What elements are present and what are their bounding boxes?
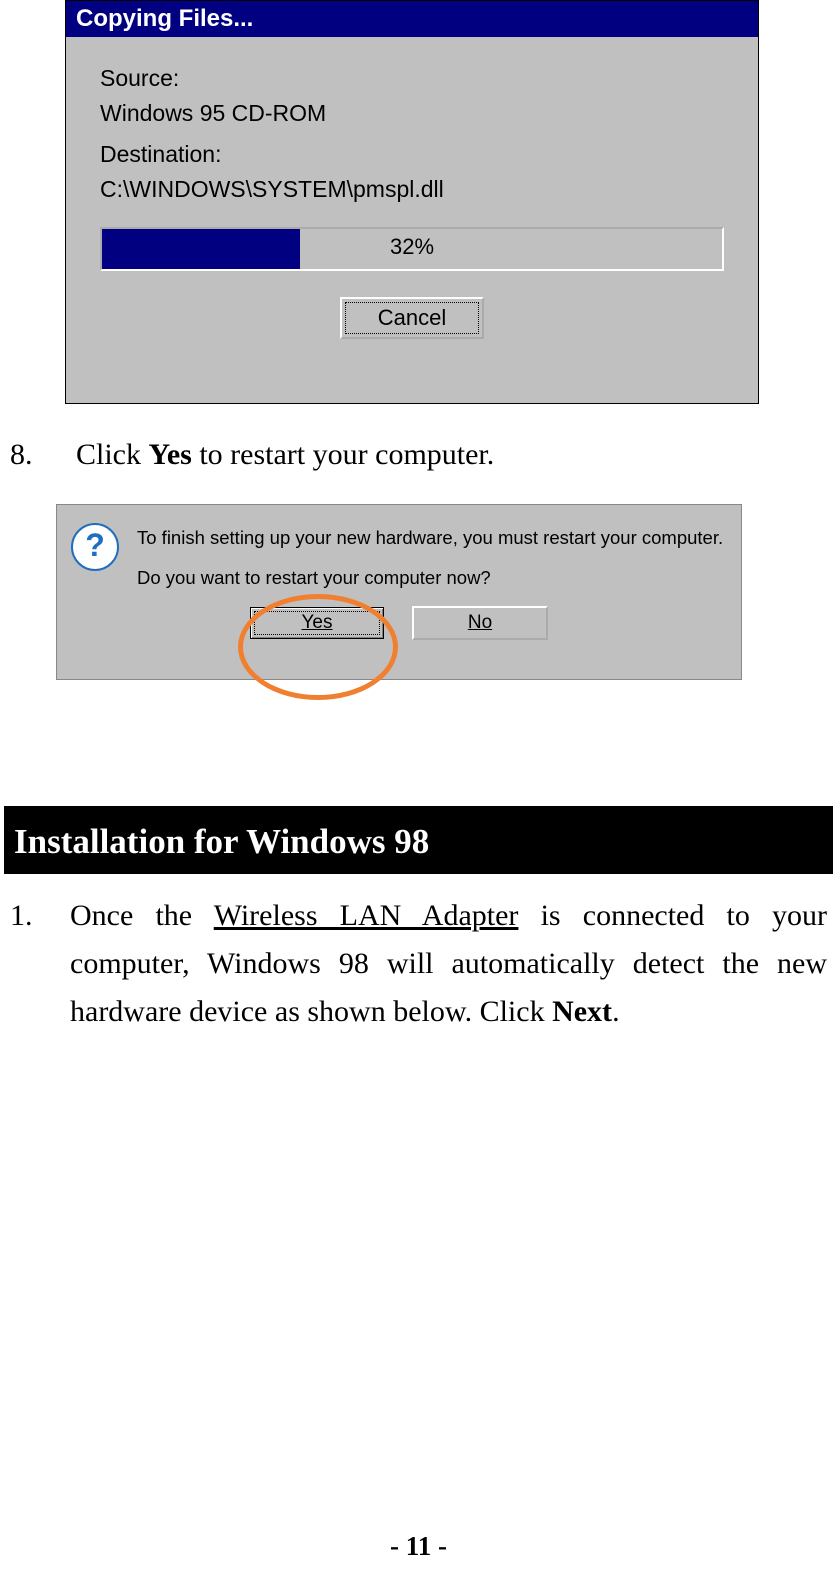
progress-bar: 32% xyxy=(100,227,724,271)
step1-text-bold: Next xyxy=(552,995,612,1028)
restart-message-line2: Do you want to restart your computer now… xyxy=(137,563,723,593)
step8-text-bold: Yes xyxy=(149,438,192,471)
no-button[interactable]: No xyxy=(412,606,548,640)
instruction-step-8: 8. Click Yes to restart your computer. xyxy=(10,438,494,472)
page-number: - 11 - xyxy=(0,1531,837,1562)
destination-label: Destination: xyxy=(100,141,724,168)
step8-text-pre: Click xyxy=(76,438,149,471)
dialog-title: Copying Files... xyxy=(66,1,758,37)
source-value: Windows 95 CD-ROM xyxy=(100,100,724,127)
step1-text-a: Once the xyxy=(70,899,214,932)
restart-confirm-dialog: ? To finish setting up your new hardware… xyxy=(56,504,742,680)
step1-text-underlined: Wireless LAN Adapter xyxy=(214,899,519,932)
yes-button[interactable]: Yes xyxy=(250,607,384,639)
yes-button-label: Yes xyxy=(302,612,333,633)
step1-text-c: . xyxy=(612,995,620,1028)
step-number: 1. xyxy=(10,892,70,1036)
restart-message-line1: To finish setting up your new hardware, … xyxy=(137,523,723,553)
copying-files-dialog: Copying Files... Source: Windows 95 CD-R… xyxy=(65,0,759,404)
destination-value: C:\WINDOWS\SYSTEM\pmspl.dll xyxy=(100,176,724,203)
progress-label: 32% xyxy=(102,229,722,269)
instruction-step-1: 1. Once the Wireless LAN Adapter is conn… xyxy=(10,892,827,1036)
step8-text-post: to restart your computer. xyxy=(192,438,494,471)
cancel-button[interactable]: Cancel xyxy=(340,297,484,339)
step-number: 8. xyxy=(10,438,76,472)
no-button-label: No xyxy=(468,612,492,633)
section-header: Installation for Windows 98 xyxy=(4,806,833,874)
question-icon: ? xyxy=(71,523,119,571)
source-label: Source: xyxy=(100,65,724,92)
